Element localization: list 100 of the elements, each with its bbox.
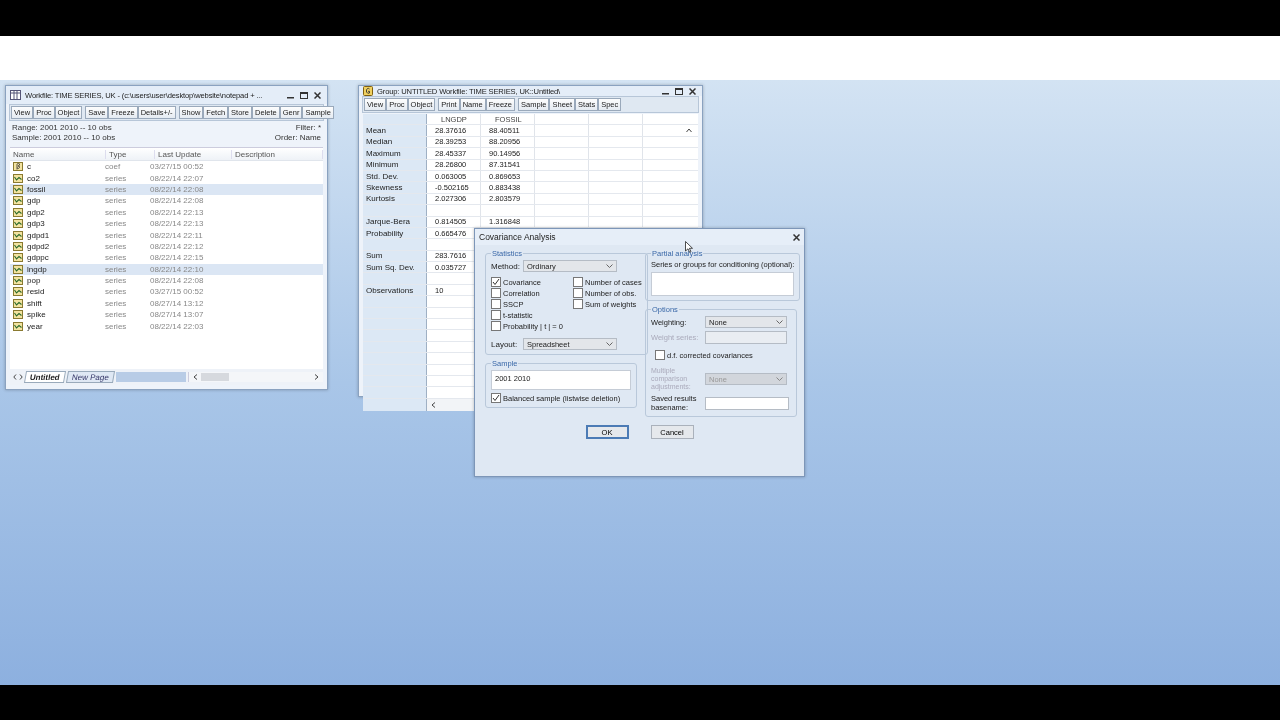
horizontal-scrollbar[interactable] — [187, 372, 323, 382]
object-type: series — [105, 207, 128, 217]
object-row[interactable]: gdpd2 series 08/22/14 22:12 — [10, 240, 323, 253]
conditioning-field[interactable] — [651, 272, 795, 296]
checkbox[interactable] — [572, 299, 583, 309]
close-icon[interactable] — [793, 233, 800, 241]
column-header[interactable]: Type — [106, 149, 155, 159]
column-header[interactable]: Name — [10, 149, 106, 159]
column-header[interactable]: Description — [232, 149, 323, 159]
row-label: Observations — [366, 285, 414, 295]
object-row[interactable]: gdppc series 08/22/14 22:15 — [10, 252, 323, 264]
basename-field[interactable] — [705, 396, 789, 410]
object-row[interactable]: gdp series 08/22/14 22:08 — [10, 195, 323, 207]
tab-nav-arrows[interactable] — [13, 374, 23, 380]
object-name: year — [27, 321, 43, 331]
beta-icon — [13, 162, 23, 172]
object-type: series — [105, 241, 128, 251]
scroll-right-icon[interactable] — [314, 374, 319, 380]
object-name: fossil — [27, 184, 46, 194]
line-graph-icon — [13, 298, 23, 308]
object-type: series — [105, 253, 128, 263]
object-row[interactable]: pop series 08/22/14 22:08 — [10, 274, 323, 287]
checkbox[interactable] — [491, 299, 501, 309]
pointer-icon — [685, 241, 693, 253]
row-label: Jarque-Bera — [366, 217, 411, 227]
line-graph-icon — [13, 264, 23, 274]
object-type: series — [105, 264, 128, 274]
range-text: Range: 2001 2010 -- 10 obs — [12, 123, 112, 133]
close-icon[interactable] — [689, 87, 696, 95]
checkbox[interactable] — [491, 288, 501, 298]
object-row[interactable]: spike series 08/27/14 13:07 — [10, 309, 323, 321]
close-icon[interactable] — [314, 91, 321, 99]
object-type: series — [105, 298, 128, 308]
object-type: series — [105, 230, 128, 240]
row-label: Sum — [366, 251, 383, 261]
object-name: gdp2 — [27, 207, 45, 217]
caret-icon — [606, 264, 613, 268]
object-row[interactable]: shift series 08/27/14 13:12 — [10, 297, 323, 310]
line-graph-icon — [13, 276, 23, 286]
tab-strip-filler — [115, 372, 186, 382]
object-name: gdp — [27, 196, 41, 206]
update-time: 08/22/14 22:07 — [150, 173, 205, 183]
group-icon — [363, 86, 373, 96]
scroll-left-icon[interactable] — [192, 374, 198, 380]
update-time: 08/22/14 22:13 — [150, 207, 205, 217]
object-type: series — [105, 196, 128, 206]
line-graph-icon — [13, 310, 23, 320]
checkbox[interactable] — [491, 321, 501, 331]
object-name: co2 — [27, 173, 40, 183]
object-name: resid — [27, 287, 45, 297]
order-text: Order: Name — [274, 133, 321, 143]
object-row[interactable]: fossil series 08/22/14 22:08 — [10, 183, 323, 196]
update-time: 08/22/14 22:08 — [150, 276, 205, 286]
update-time: 08/22/14 22:13 — [150, 219, 205, 229]
checkbox[interactable] — [655, 350, 665, 360]
object-row[interactable]: year series 08/22/14 22:03 — [10, 320, 323, 332]
line-graph-icon — [13, 219, 23, 229]
checkbox[interactable] — [572, 277, 583, 287]
line-graph-icon — [13, 253, 23, 263]
object-row[interactable]: resid series 03/27/15 00:52 — [10, 286, 323, 298]
scroll-up-icon[interactable] — [686, 128, 692, 133]
line-graph-icon — [13, 230, 23, 240]
object-row[interactable]: c coef 03/27/15 00:52 — [10, 161, 323, 173]
object-name: gdpd1 — [27, 230, 50, 240]
update-time: 03/27/15 00:52 — [150, 162, 205, 172]
object-type: coef — [105, 162, 122, 172]
caret-icon — [606, 342, 613, 346]
filter-text: Filter: * — [295, 123, 321, 133]
object-name: gdpd2 — [27, 241, 50, 251]
table-icon — [10, 90, 21, 100]
object-row[interactable]: lngdp series 08/22/14 22:10 — [10, 263, 323, 275]
checkbox[interactable] — [572, 288, 583, 298]
object-row[interactable]: gdp3 series 08/22/14 22:13 — [10, 217, 323, 230]
field-label: Layout: — [491, 339, 519, 349]
object-name: spike — [27, 310, 46, 320]
maximize-icon[interactable] — [300, 91, 308, 99]
row-label: Maximum — [366, 148, 401, 158]
object-type: series — [105, 219, 128, 229]
update-time: 08/22/14 22:10 — [150, 264, 205, 274]
page-tab[interactable]: Untitled — [23, 371, 66, 383]
page-tab[interactable]: New Page — [65, 371, 115, 383]
scroll-thumb[interactable] — [200, 373, 229, 381]
caret-icon — [776, 377, 783, 381]
scroll-left-icon[interactable] — [431, 401, 436, 408]
weight-series-field[interactable] — [705, 331, 787, 344]
object-row[interactable]: gdp2 series 08/22/14 22:13 — [10, 206, 323, 218]
row-label: Median — [366, 137, 393, 147]
maximize-icon[interactable] — [675, 87, 683, 95]
update-time: 08/22/14 22:03 — [150, 321, 205, 331]
checkbox[interactable] — [491, 393, 501, 403]
row-label: Minimum — [366, 160, 399, 170]
object-row[interactable]: gdpd1 series 08/22/14 22:11 — [10, 229, 323, 241]
update-time: 08/22/14 22:08 — [150, 196, 205, 206]
column-header[interactable]: Last Update — [155, 149, 232, 159]
checkbox[interactable] — [491, 277, 501, 287]
checkbox[interactable] — [491, 310, 501, 320]
field-label: Method: — [491, 261, 519, 271]
row-label: Sum Sq. Dev. — [366, 262, 415, 272]
object-name: gdppc — [27, 253, 49, 263]
object-row[interactable]: co2 series 08/22/14 22:07 — [10, 172, 323, 184]
